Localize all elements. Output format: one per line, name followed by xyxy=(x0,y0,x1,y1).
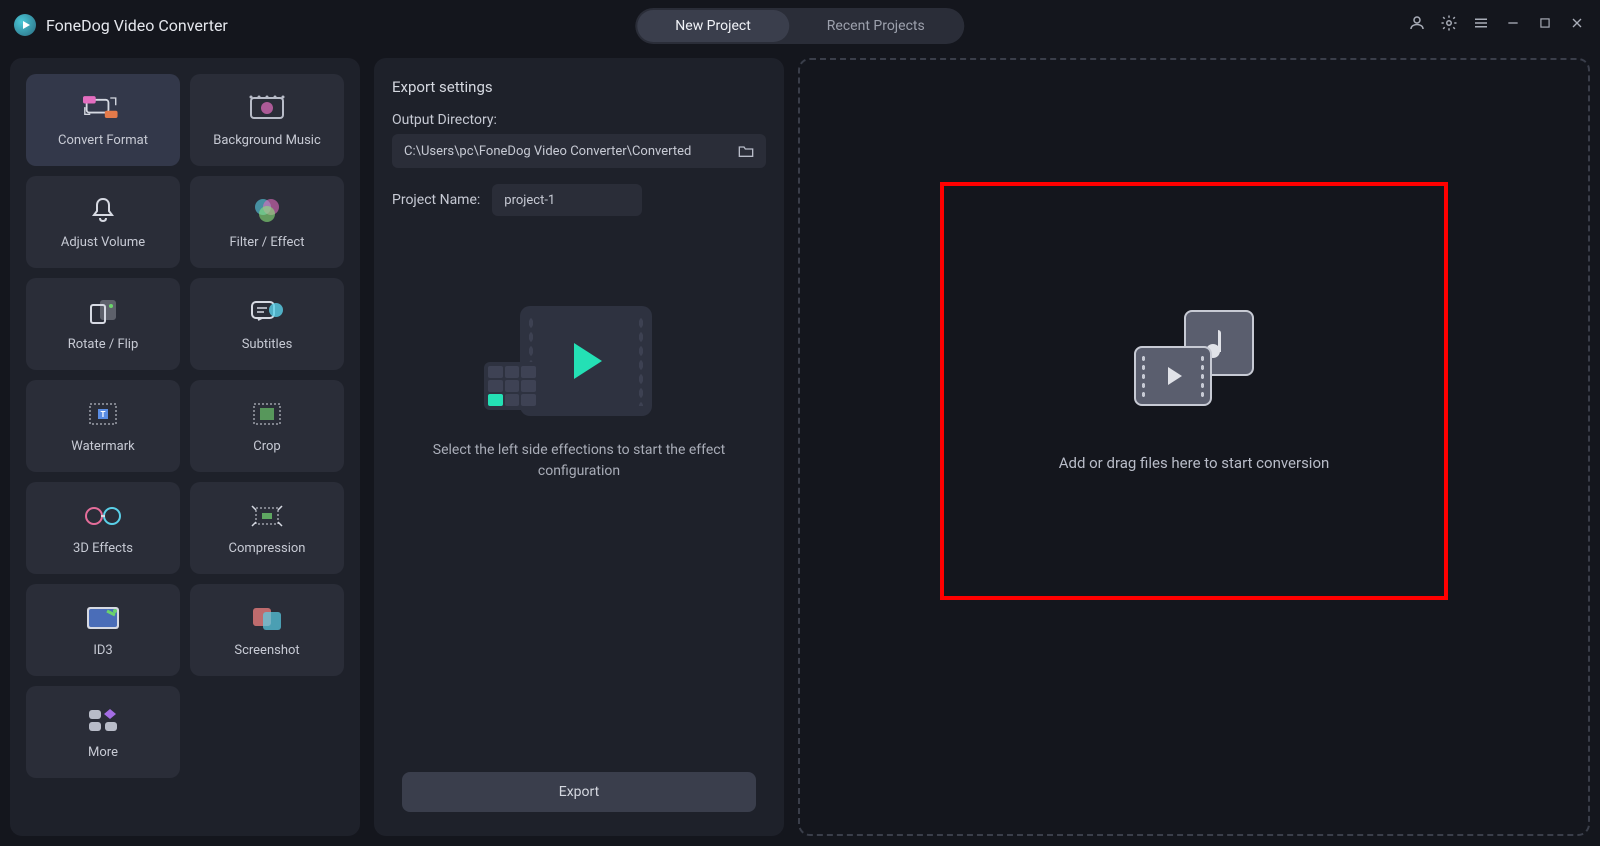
watermark-icon: T xyxy=(83,399,123,429)
account-icon[interactable] xyxy=(1408,14,1426,32)
effect-graphic xyxy=(484,306,674,416)
titlebar: FoneDog Video Converter New Project Rece… xyxy=(0,0,1600,50)
settings-icon[interactable] xyxy=(1440,14,1458,32)
tool-id3[interactable]: ID3 xyxy=(26,584,180,676)
center-illustration: Select the left side effections to start… xyxy=(392,256,766,772)
tool-adjust-volume[interactable]: Adjust Volume xyxy=(26,176,180,268)
export-heading: Export settings xyxy=(392,78,766,96)
tool-filter-effect[interactable]: Filter / Effect xyxy=(190,176,344,268)
project-tabs: New Project Recent Projects xyxy=(635,8,964,44)
tools-panel: Convert Format Background Music Adjust V… xyxy=(10,58,360,836)
menu-icon[interactable] xyxy=(1472,14,1490,32)
tool-label: Crop xyxy=(253,439,280,454)
tool-3d-effects[interactable]: 3D Effects xyxy=(26,482,180,574)
output-directory-input[interactable]: C:\Users\pc\FoneDog Video Converter\Conv… xyxy=(392,134,766,168)
tab-new-project[interactable]: New Project xyxy=(637,10,789,42)
svg-text:T: T xyxy=(101,410,106,419)
tool-convert-format[interactable]: Convert Format xyxy=(26,74,180,166)
output-directory-label: Output Directory: xyxy=(392,112,766,128)
output-directory-value: C:\Users\pc\FoneDog Video Converter\Conv… xyxy=(404,144,691,159)
app-logo-icon xyxy=(14,14,36,36)
tool-label: Adjust Volume xyxy=(61,235,145,250)
export-button[interactable]: Export xyxy=(402,772,756,812)
tool-label: Watermark xyxy=(71,439,134,454)
tool-rotate-flip[interactable]: Rotate / Flip xyxy=(26,278,180,370)
tool-label: Subtitles xyxy=(242,337,293,352)
compression-icon xyxy=(247,501,287,531)
tool-more[interactable]: More xyxy=(26,686,180,778)
tool-label: More xyxy=(88,745,118,760)
crop-icon xyxy=(247,399,287,429)
tool-label: ID3 xyxy=(93,643,112,658)
convert-format-icon xyxy=(83,93,123,123)
window-controls xyxy=(1408,14,1586,32)
tab-recent-projects[interactable]: Recent Projects xyxy=(789,10,963,42)
id3-icon xyxy=(83,603,123,633)
close-icon[interactable] xyxy=(1568,14,1586,32)
logo-area: FoneDog Video Converter xyxy=(14,14,228,36)
dropzone-text: Add or drag files here to start conversi… xyxy=(1059,454,1330,472)
tool-watermark[interactable]: T Watermark xyxy=(26,380,180,472)
tool-compression[interactable]: Compression xyxy=(190,482,344,574)
browse-folder-icon[interactable] xyxy=(738,144,754,158)
tool-screenshot[interactable]: Screenshot xyxy=(190,584,344,676)
adjust-volume-icon xyxy=(83,195,123,225)
tool-background-music[interactable]: Background Music xyxy=(190,74,344,166)
more-icon xyxy=(83,705,123,735)
maximize-icon[interactable] xyxy=(1536,14,1554,32)
3d-effects-icon xyxy=(83,501,123,531)
filter-effect-icon xyxy=(247,195,287,225)
app-title: FoneDog Video Converter xyxy=(46,16,228,35)
tool-label: 3D Effects xyxy=(73,541,133,556)
project-name-label: Project Name: xyxy=(392,192,480,208)
project-name-value: project-1 xyxy=(504,193,555,208)
drop-panel[interactable]: Add or drag files here to start conversi… xyxy=(798,58,1590,836)
screenshot-icon xyxy=(247,603,287,633)
tool-label: Background Music xyxy=(213,133,321,148)
tool-label: Screenshot xyxy=(234,643,299,658)
tool-label: Rotate / Flip xyxy=(68,337,139,352)
center-hint: Select the left side effections to start… xyxy=(392,440,766,482)
highlighted-dropzone[interactable]: Add or drag files here to start conversi… xyxy=(940,182,1448,600)
tool-label: Filter / Effect xyxy=(230,235,305,250)
subtitles-icon xyxy=(247,297,287,327)
background-music-icon xyxy=(247,93,287,123)
tool-crop[interactable]: Crop xyxy=(190,380,344,472)
project-name-input[interactable]: project-1 xyxy=(492,184,642,216)
rotate-flip-icon xyxy=(83,297,123,327)
tool-label: Compression xyxy=(229,541,306,556)
media-files-icon xyxy=(1134,310,1254,406)
tool-label: Convert Format xyxy=(58,133,148,148)
export-panel: Export settings Output Directory: C:\Use… xyxy=(374,58,784,836)
tool-subtitles[interactable]: Subtitles xyxy=(190,278,344,370)
minimize-icon[interactable] xyxy=(1504,14,1522,32)
